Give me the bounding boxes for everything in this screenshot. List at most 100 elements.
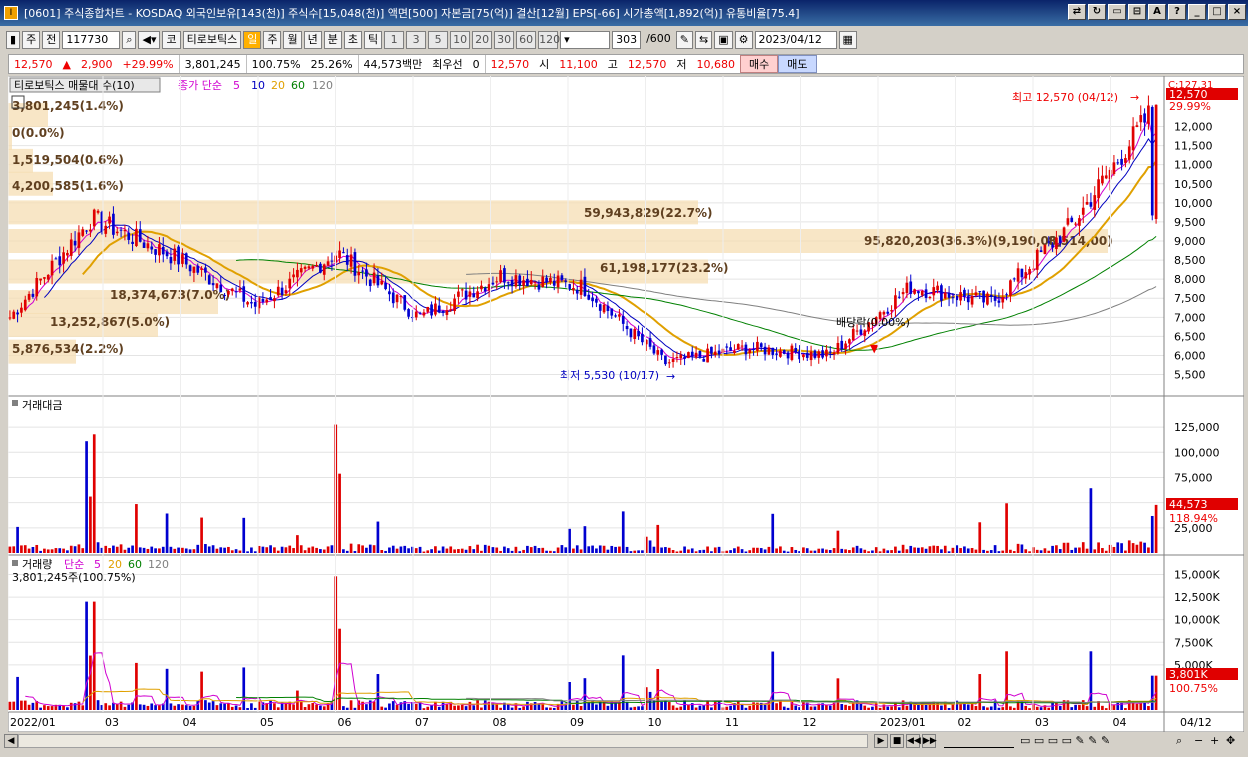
panel-handle-icon[interactable]: [12, 400, 18, 406]
candle-body: [1024, 272, 1028, 279]
volume-bar: [625, 701, 629, 710]
period-minute[interactable]: 분: [323, 31, 342, 49]
amount-bar: [31, 546, 35, 553]
volume-bar: [890, 706, 893, 710]
volume-bar: [146, 705, 150, 710]
help-icon[interactable]: ?: [1168, 4, 1186, 20]
zoom-minus-icon[interactable]: −: [1194, 734, 1203, 748]
minute-1[interactable]: 1: [384, 31, 405, 49]
scroll-back-icon[interactable]: ◀◀: [906, 734, 921, 748]
amount-bar: [610, 545, 614, 553]
settings-icon[interactable]: ⚙: [734, 31, 753, 49]
amount-bar: [39, 550, 42, 553]
close-icon[interactable]: ×: [1228, 4, 1246, 20]
candle-body: [483, 287, 487, 292]
candle-body: [556, 275, 560, 288]
toolbar: ▮ 주 전 117730 ⌕ ◀▾ 코 티로보틱스 일 주 월 년 분 초 틱 …: [0, 28, 1248, 52]
save-icon[interactable]: ▣: [714, 31, 733, 49]
buy-button[interactable]: 매수: [740, 55, 779, 73]
volume-bar: [710, 707, 713, 710]
period-second[interactable]: 초: [343, 31, 362, 49]
x-tick-label: 03: [105, 716, 119, 729]
minimize-icon[interactable]: _: [1188, 4, 1206, 20]
volume-bar: [1104, 708, 1108, 710]
refresh-icon[interactable]: ↻: [1088, 4, 1106, 20]
chart-scrollbar[interactable]: ◀ ▶ ■ ◀◀ ▶▶ ▭ ▭ ▭ ▭ ✎ ✎ ✎ ⌕ − + ✥: [0, 732, 1248, 750]
link-icon[interactable]: ⇄: [1068, 4, 1086, 20]
scroll-right-icon[interactable]: ▶: [874, 734, 888, 748]
zoom-slider[interactable]: [944, 734, 1014, 748]
candle-body: [986, 293, 989, 305]
chart-area[interactable]: 3,801,245(1.4%) 0(0.0%) 1,519,504(0.6%) 4,2…: [8, 76, 1244, 732]
period-month[interactable]: 월: [283, 31, 302, 49]
maximize-icon[interactable]: □: [1208, 4, 1226, 20]
tool-icon[interactable]: ✎: [675, 31, 693, 49]
calendar-icon[interactable]: ▦: [838, 31, 857, 49]
volume-bar: [744, 707, 748, 710]
volume-bar: [786, 707, 790, 710]
amount-bar: [871, 550, 874, 553]
speaker-icon[interactable]: ◀▾: [138, 31, 161, 49]
custom-period-select[interactable]: ▾: [560, 31, 611, 49]
volume-bar: [142, 704, 146, 710]
zoom-plus-icon[interactable]: +: [1210, 734, 1219, 748]
candle-body: [782, 350, 786, 354]
zoom-out-icon[interactable]: ⌕: [1176, 734, 1182, 748]
layout-icon[interactable]: ▭: [1108, 4, 1126, 20]
scroll-fwd-icon[interactable]: ▶▶: [922, 734, 937, 748]
high-price: 12,570: [627, 57, 667, 71]
period-tick[interactable]: 틱: [363, 31, 383, 49]
code-input[interactable]: 117730: [62, 31, 121, 49]
amount-bar: [828, 550, 832, 553]
scroll-left-icon[interactable]: ◀: [4, 734, 18, 748]
minute-3[interactable]: 3: [406, 31, 427, 49]
volume-bar: [606, 705, 610, 710]
amount-bar: [614, 546, 617, 553]
period-year[interactable]: 년: [303, 31, 322, 49]
volume-bar: [1012, 707, 1016, 710]
low-note: 최저 5,530 (10/17): [560, 369, 659, 382]
search-icon[interactable]: ⌕: [122, 31, 137, 49]
candle-body: [610, 308, 614, 316]
amount-bar: [1078, 547, 1081, 553]
amount-bar: [376, 521, 380, 553]
amount-bar: [146, 548, 150, 553]
candle-body: [564, 280, 568, 282]
amount-bar: [1074, 547, 1077, 553]
period-day[interactable]: 일: [243, 31, 262, 49]
prev-button[interactable]: 전: [42, 31, 61, 49]
volume-bar: [27, 704, 31, 710]
expand-icon[interactable]: ✥: [1226, 734, 1235, 748]
scroll-stop-icon[interactable]: ■: [890, 734, 904, 748]
chart-type-icon[interactable]: ▮: [6, 31, 21, 49]
amount-bar: [993, 545, 997, 553]
count-input[interactable]: 303: [612, 31, 642, 49]
minute-10[interactable]: 10: [450, 31, 471, 49]
volume-bar: [96, 700, 100, 710]
minute-20[interactable]: 20: [472, 31, 493, 49]
amount-bar: [468, 546, 472, 553]
minute-60[interactable]: 60: [516, 31, 537, 49]
market-select[interactable]: 주: [22, 31, 41, 49]
minute-120[interactable]: 120: [538, 31, 560, 49]
title-bar: I [0601] 주식종합차트 - KOSDAQ 외국인보유[143(천)] 주…: [0, 0, 1248, 26]
volume-bar: [460, 704, 464, 710]
minute-30[interactable]: 30: [494, 31, 515, 49]
candle-body: [372, 272, 376, 284]
amount-bar: [192, 549, 196, 553]
layout-icons[interactable]: ▭ ▭ ▭ ▭ ✎ ✎ ✎: [1020, 734, 1110, 748]
print-icon[interactable]: A: [1148, 4, 1166, 20]
volume-profile-label: 4,200,585(1.6%): [12, 179, 124, 193]
pin-icon[interactable]: ⊟: [1128, 4, 1146, 20]
panel-handle-icon[interactable]: [12, 560, 18, 566]
compare-icon[interactable]: ⇆: [695, 31, 713, 49]
date-input[interactable]: 2023/04/12: [754, 31, 837, 49]
amount-bar: [664, 547, 667, 553]
minute-5[interactable]: 5: [428, 31, 449, 49]
scroll-track[interactable]: [18, 734, 868, 748]
stock-name[interactable]: 티로보틱스: [182, 31, 242, 49]
high-label: 고: [607, 58, 618, 71]
sell-button[interactable]: 매도: [778, 55, 817, 73]
candle-body: [219, 284, 223, 293]
period-week[interactable]: 주: [263, 31, 282, 49]
